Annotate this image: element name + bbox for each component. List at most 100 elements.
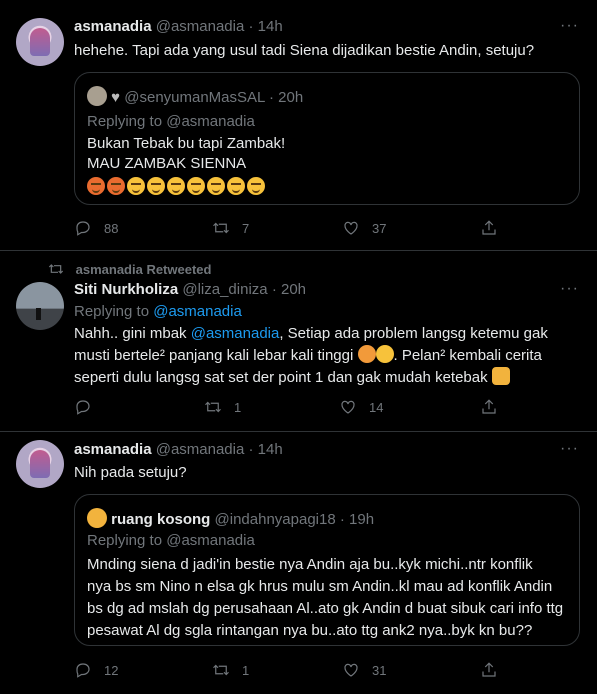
more-icon[interactable]: ··· (560, 440, 579, 458)
author-handle: @senyumanMasSAL (124, 89, 265, 106)
quote-line-2: nya bs sm Nino n elsa gk hrus mulu sm An… (87, 578, 553, 595)
separator: · (271, 281, 277, 298)
quote-line-1: Bukan Tebak bu tapi Zambak! (87, 135, 286, 152)
avatar[interactable] (16, 18, 64, 66)
share-button[interactable] (480, 398, 498, 416)
reply-button[interactable]: 88 (74, 219, 118, 237)
quote-line-4: pesawat Al dg sgla rintangan nya bu..ato… (87, 622, 533, 639)
share-icon (482, 662, 496, 677)
author-handle[interactable]: @asmanadia (156, 441, 245, 458)
avatar[interactable] (16, 282, 64, 330)
avatar[interactable] (16, 440, 64, 488)
author-handle[interactable]: @liza_diniza (182, 281, 267, 298)
retweet-button[interactable]: 1 (204, 398, 241, 416)
replying-label: Replying to (74, 303, 150, 320)
retweet-icon (205, 401, 221, 413)
avatar (87, 508, 107, 528)
quote-header: ♥ @senyumanMasSAL · 20h (87, 86, 303, 106)
retweet-button[interactable]: 7 (212, 219, 249, 237)
tweet-header: Siti Nurkholiza @liza_diniza · 20h (74, 281, 306, 298)
more-icon[interactable]: ··· (560, 17, 579, 35)
timestamp: 20h (278, 89, 304, 106)
quote-header: ruang kosong @indahnyapagi18 · 19h (87, 508, 374, 528)
text-segment: seperti dulu langsg sat set der point 1 … (74, 369, 488, 386)
like-count: 37 (372, 220, 387, 236)
timestamp[interactable]: 20h (281, 281, 306, 298)
sweat-smile-icon (375, 345, 394, 363)
heart-icon (341, 400, 355, 414)
replying-to: Replying to @asmanadia (87, 532, 255, 549)
tweet-actions: 12 1 31 (74, 661, 514, 681)
smile-face-icon (227, 177, 245, 195)
replying-label: Replying to (87, 532, 163, 549)
tweet-actions: 88 7 37 (74, 219, 514, 239)
separator: · (339, 511, 345, 528)
author-handle[interactable]: @asmanadia (156, 18, 245, 35)
tweet-line-3: seperti dulu langsg sat set der point 1 … (74, 367, 510, 389)
retweet-icon (213, 222, 229, 234)
timestamp: 19h (349, 511, 375, 528)
share-icon (482, 399, 496, 414)
retweet-icon (48, 264, 64, 274)
reply-button[interactable] (74, 398, 104, 416)
heart-icon (344, 221, 358, 235)
timestamp[interactable]: 14h (258, 18, 283, 35)
tweet-text: Nih pada setuju? (74, 464, 187, 481)
timestamp[interactable]: 14h (258, 441, 283, 458)
smile-face-icon (247, 177, 265, 195)
tweet-line-2: musti bertele² panjang kali lebar kali t… (74, 345, 542, 367)
quoted-tweet[interactable]: ♥ @senyumanMasSAL · 20h Replying to @asm… (74, 72, 580, 205)
replying-to: Replying to @asmanadia (74, 303, 242, 320)
reply-button[interactable]: 12 (74, 661, 118, 679)
mention-link[interactable]: @asmanadia (191, 325, 280, 342)
replying-to: Replying to @asmanadia (87, 113, 255, 130)
quote-line-3: bs dg ad mslah dg perusahaan Al..ato gk … (87, 600, 564, 617)
like-button[interactable]: 14 (339, 398, 383, 416)
tweet-header: asmanadia @asmanadia · 14h (74, 441, 283, 458)
replying-label: Replying to (87, 113, 163, 130)
like-button[interactable]: 31 (342, 661, 386, 679)
folded-hands-icon (491, 367, 510, 385)
shush-face-icon (357, 345, 376, 363)
like-count: 14 (369, 399, 384, 415)
quote-line-1: Mnding siena d jadi'in bestie nya Andin … (87, 556, 533, 573)
replying-handle: @asmanadia (166, 532, 255, 549)
smile-face-icon (147, 177, 165, 195)
author-name[interactable]: asmanadia (74, 18, 152, 35)
retweet-count: 7 (242, 220, 250, 236)
angry-face-icon (87, 177, 105, 195)
avatar (87, 86, 107, 106)
quoted-tweet[interactable]: ruang kosong @indahnyapagi18 · 19h Reply… (74, 494, 580, 646)
smile-face-icon (187, 177, 205, 195)
tweet-2[interactable]: asmanadia Retweeted Siti Nurkholiza @liz… (0, 252, 597, 432)
tweet-actions: 1 14 (74, 398, 514, 418)
author-name[interactable]: asmanadia (74, 441, 152, 458)
retweeted-by[interactable]: asmanadia Retweeted (76, 262, 212, 277)
emoji-row (87, 177, 265, 195)
author-handle: @indahnyapagi18 (214, 511, 336, 528)
tweet-1[interactable]: asmanadia @asmanadia · 14h ··· hehehe. T… (0, 0, 597, 251)
smile-face-icon (127, 177, 145, 195)
tweet-text: hehehe. Tapi ada yang usul tadi Siena di… (74, 42, 535, 59)
share-icon (482, 220, 496, 235)
reply-icon (76, 663, 90, 678)
retweet-context: asmanadia Retweeted (48, 261, 211, 277)
like-count: 31 (372, 662, 387, 678)
retweet-button[interactable]: 1 (212, 661, 249, 679)
text-segment: , Setiap ada problem langsg ketemu gak (279, 325, 548, 342)
text-segment: Nahh.. gini mbak (74, 325, 191, 342)
separator: · (269, 89, 274, 106)
retweet-count: 1 (234, 399, 242, 415)
more-icon[interactable]: ··· (560, 280, 579, 298)
tweet-3[interactable]: asmanadia @asmanadia · 14h ··· Nih pada … (0, 433, 597, 694)
text-segment: . Pelan² kembali cerita (393, 347, 542, 364)
smile-face-icon (167, 177, 185, 195)
share-button[interactable] (480, 219, 498, 237)
replying-handle[interactable]: @asmanadia (153, 303, 242, 320)
share-button[interactable] (480, 661, 498, 679)
author-name[interactable]: Siti Nurkholiza (74, 281, 178, 298)
like-button[interactable]: 37 (342, 219, 386, 237)
heart-icon (344, 663, 358, 677)
reply-icon (76, 221, 90, 236)
heart-icon: ♥ (111, 89, 121, 106)
